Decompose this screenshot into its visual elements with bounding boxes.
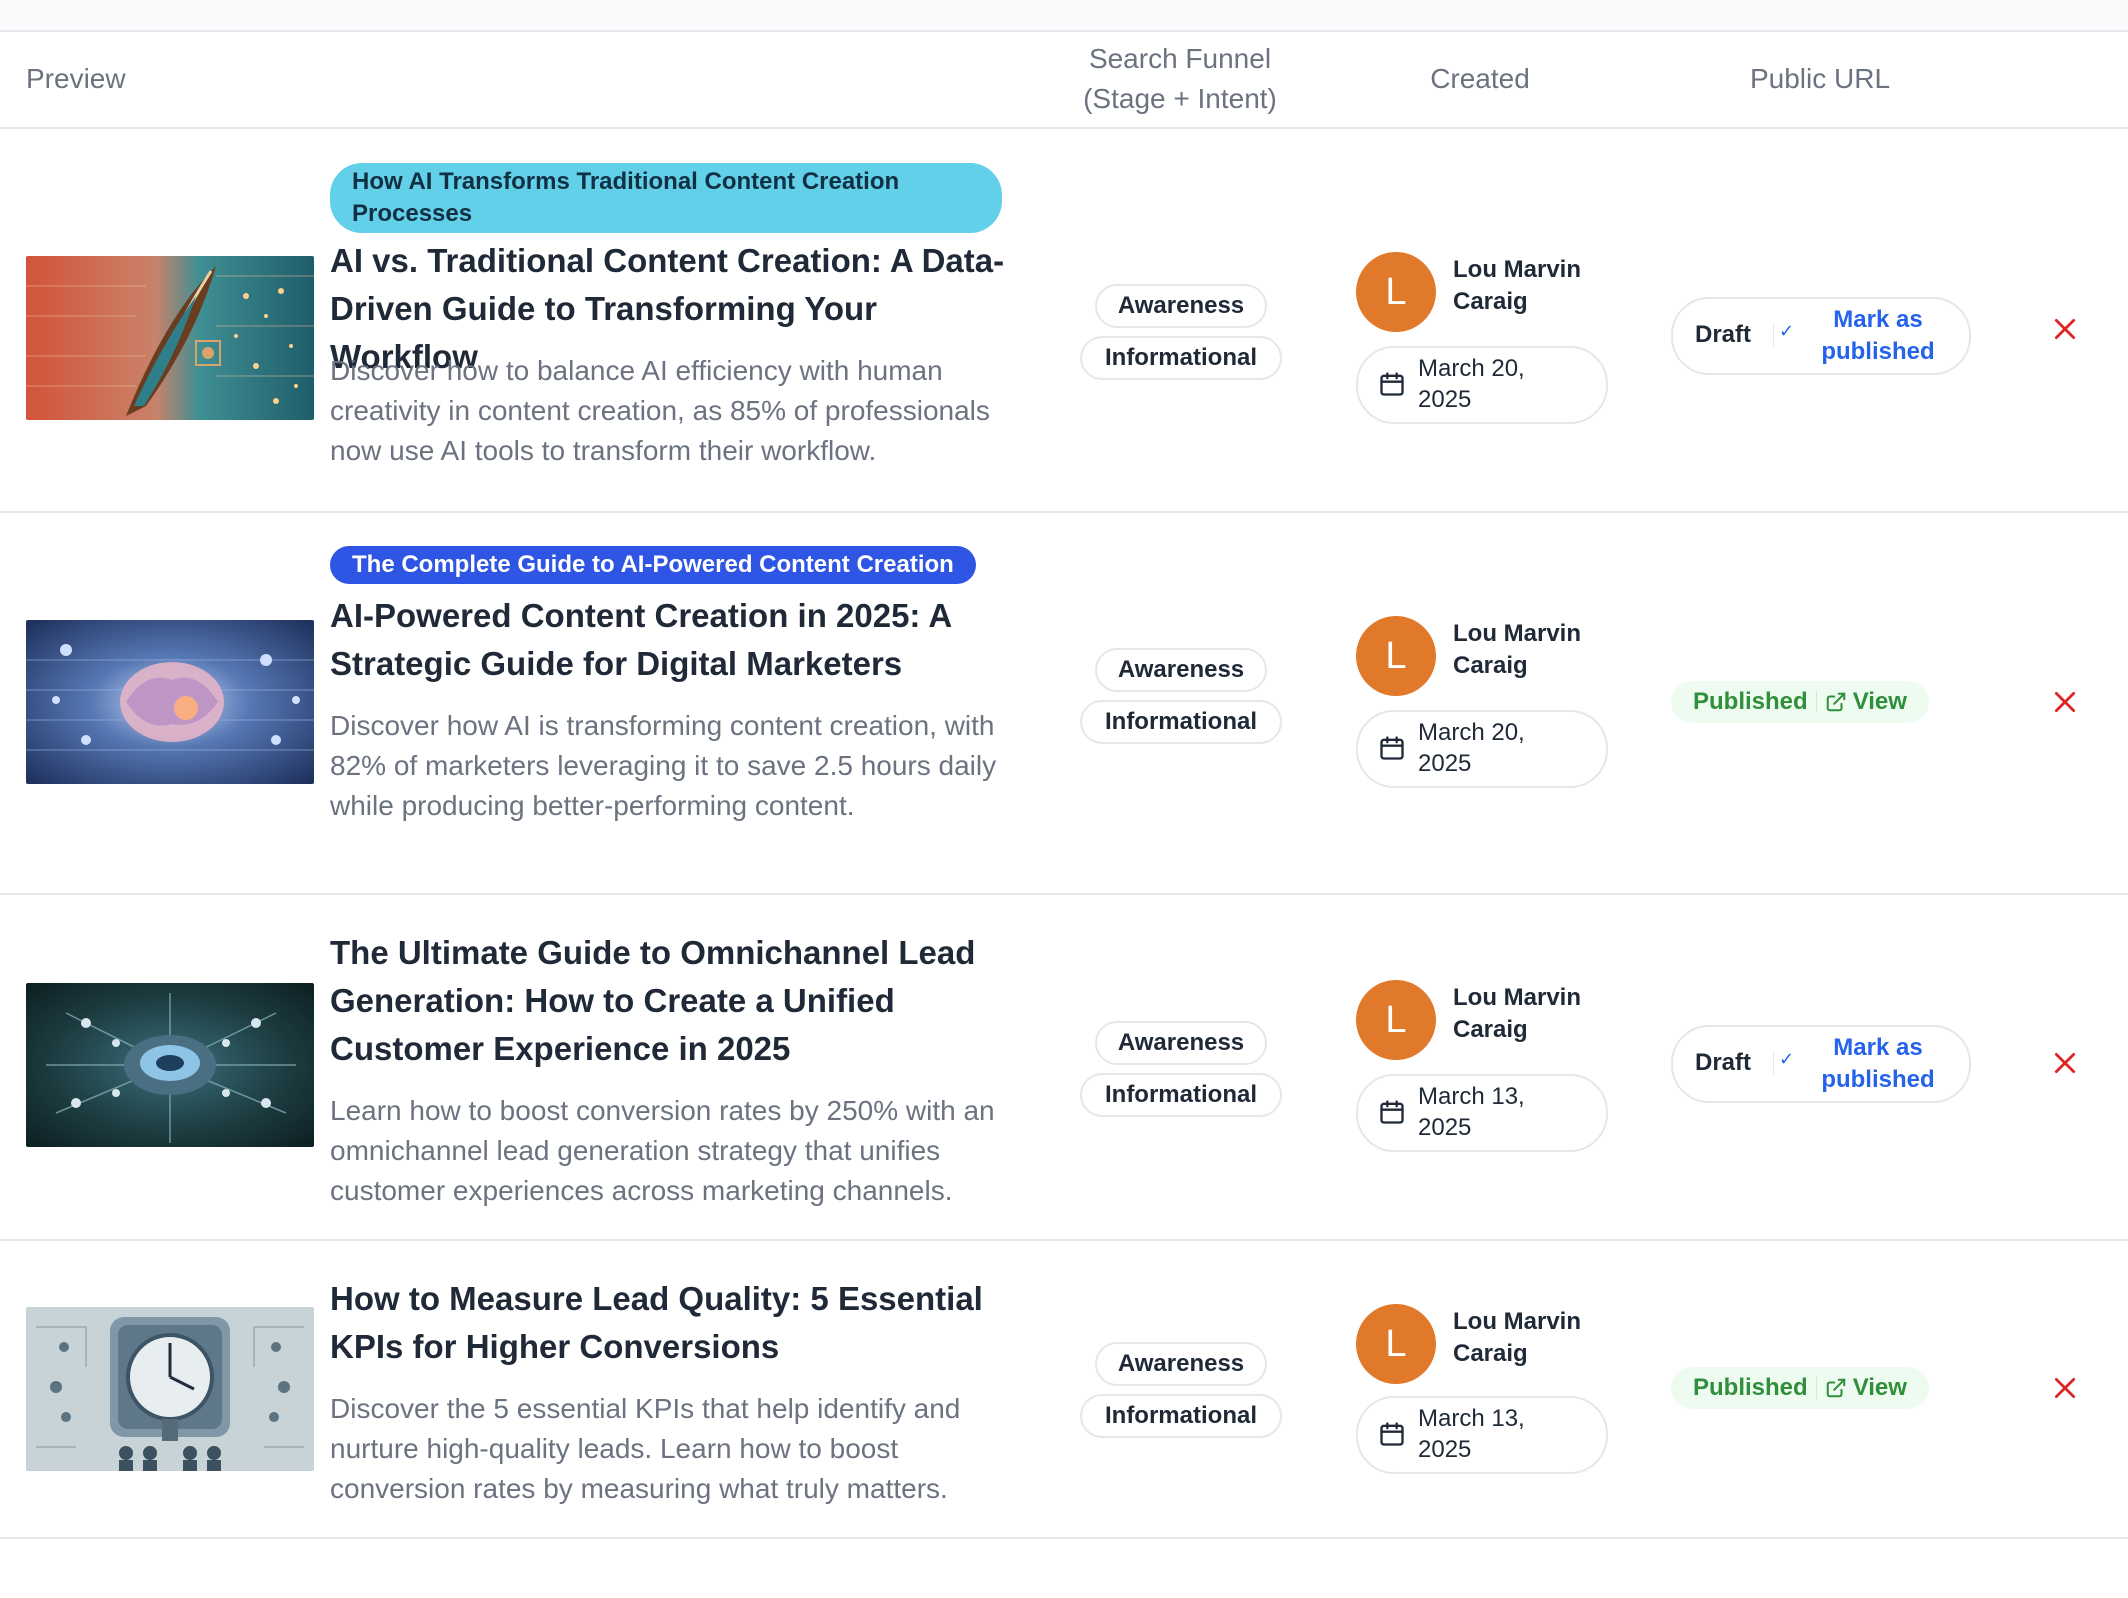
header-preview: Preview (26, 63, 126, 94)
author-name: Lou Marvin Caraig (1453, 256, 1582, 315)
post-thumbnail[interactable] (26, 256, 314, 420)
status-badge: Published (1693, 1374, 1808, 1401)
header-funnel-line2: (Stage + Intent) (1083, 83, 1277, 114)
date-line1: March 20, (1418, 719, 1525, 746)
avatar: L (1356, 252, 1436, 332)
created-date: March 13, 2025 (1356, 1074, 1608, 1152)
status-badge: Draft (1695, 1049, 1752, 1076)
post-description: Discover how AI is transforming content … (330, 710, 997, 821)
header-public-url: Public URL (1749, 63, 1891, 94)
calendar-icon (1380, 1422, 1404, 1446)
date-line2: 2025 (1418, 1436, 1472, 1463)
series-tag[interactable]: How AI Transforms Traditional Content Cr… (330, 163, 1002, 233)
close-icon[interactable] (2052, 1050, 2078, 1076)
view-link-label[interactable]: View (1853, 681, 1907, 723)
table-row[interactable]: How AI Transforms Traditional Content Cr… (0, 129, 2128, 513)
post-title[interactable]: The Ultimate Guide to Omnichannel Lead G… (330, 929, 1010, 1073)
date-text: March 20, 2025 (1418, 717, 1588, 779)
status-divider (1815, 691, 1817, 713)
status-control: Draft ✓ Mark as published (1671, 297, 1971, 375)
external-link-icon (1826, 1378, 1845, 1398)
created-date: March 20, 2025 (1356, 346, 1608, 424)
calendar-icon (1380, 736, 1404, 760)
date-text: March 13, 2025 (1418, 1403, 1588, 1465)
status-badge: Published (1693, 688, 1808, 715)
date-text: March 13, 2025 (1418, 1081, 1588, 1143)
post-description: Discover the 5 essential KPIs that help … (330, 1393, 961, 1504)
view-link[interactable]: View (1825, 681, 1907, 723)
created-date: March 13, 2025 (1356, 1396, 1608, 1474)
status-divider (1815, 1377, 1817, 1399)
avatar: L (1356, 616, 1436, 696)
date-line2: 2025 (1418, 386, 1472, 413)
view-link-label[interactable]: View (1853, 1367, 1907, 1409)
header-search-funnel: Search Funnel (Stage + Intent) (1060, 39, 1300, 119)
post-title[interactable]: AI-Powered Content Creation in 2025: A S… (330, 592, 1010, 688)
avatar: L (1356, 980, 1436, 1060)
stage-pill: Awareness (1095, 648, 1267, 692)
top-band (0, 0, 2128, 32)
author-name: Lou Marvin Caraig (1453, 984, 1582, 1043)
header-funnel-line1: Search Funnel (1088, 43, 1272, 74)
intent-pill: Informational (1080, 700, 1282, 744)
date-text: March 20, 2025 (1418, 353, 1588, 415)
status-divider (1773, 1051, 1774, 1075)
table-row[interactable]: The Ultimate Guide to Omnichannel Lead G… (0, 895, 2128, 1241)
date-line1: March 20, (1418, 355, 1525, 382)
calendar-icon (1380, 372, 1404, 396)
post-description: Discover how to balance AI efficiency wi… (330, 355, 990, 466)
intent-pill: Informational (1080, 1073, 1282, 1117)
stage-pill: Awareness (1095, 1021, 1267, 1065)
table-header: Preview Search Funnel (Stage + Intent) C… (0, 32, 2128, 129)
mark-published-button[interactable]: Mark as published (1807, 304, 1949, 368)
post-thumbnail[interactable] (26, 983, 314, 1147)
date-line1: March 13, (1418, 1083, 1525, 1110)
date-line1: March 13, (1418, 1405, 1525, 1432)
status-control: Published View (1671, 1367, 1929, 1409)
view-link[interactable]: View (1825, 1367, 1907, 1409)
check-icon: ✓ (1779, 321, 1795, 341)
close-icon[interactable] (2052, 1375, 2078, 1401)
intent-pill: Informational (1080, 1394, 1282, 1438)
date-line2: 2025 (1418, 1114, 1472, 1141)
header-created: Created (1430, 63, 1530, 94)
check-icon: ✓ (1779, 1049, 1795, 1069)
post-description: Learn how to boost conversion rates by 2… (330, 1095, 995, 1206)
table-row[interactable]: How to Measure Lead Quality: 5 Essential… (0, 1241, 2128, 1539)
external-link-icon (1826, 692, 1845, 712)
series-tag[interactable]: The Complete Guide to AI-Powered Content… (330, 546, 976, 584)
status-divider (1773, 323, 1774, 347)
close-icon[interactable] (2052, 689, 2078, 715)
author-name: Lou Marvin Caraig (1453, 1308, 1582, 1367)
intent-pill: Informational (1080, 336, 1282, 380)
mark-published-button[interactable]: Mark as published (1807, 1032, 1949, 1096)
posts-table: Preview Search Funnel (Stage + Intent) C… (0, 32, 2128, 1539)
post-thumbnail[interactable] (26, 1307, 314, 1471)
author-name: Lou Marvin Caraig (1453, 620, 1582, 679)
status-badge: Draft (1695, 321, 1752, 348)
table-row[interactable]: The Complete Guide to AI-Powered Content… (0, 513, 2128, 895)
created-date: March 20, 2025 (1356, 710, 1608, 788)
close-icon[interactable] (2052, 316, 2078, 342)
status-control: Draft ✓ Mark as published (1671, 1025, 1971, 1103)
calendar-icon (1380, 1100, 1404, 1124)
stage-pill: Awareness (1095, 1342, 1267, 1386)
post-title[interactable]: How to Measure Lead Quality: 5 Essential… (330, 1275, 1010, 1371)
post-thumbnail[interactable] (26, 620, 314, 784)
date-line2: 2025 (1418, 750, 1472, 777)
stage-pill: Awareness (1095, 284, 1267, 328)
status-control: Published View (1671, 681, 1929, 723)
avatar: L (1356, 1304, 1436, 1384)
